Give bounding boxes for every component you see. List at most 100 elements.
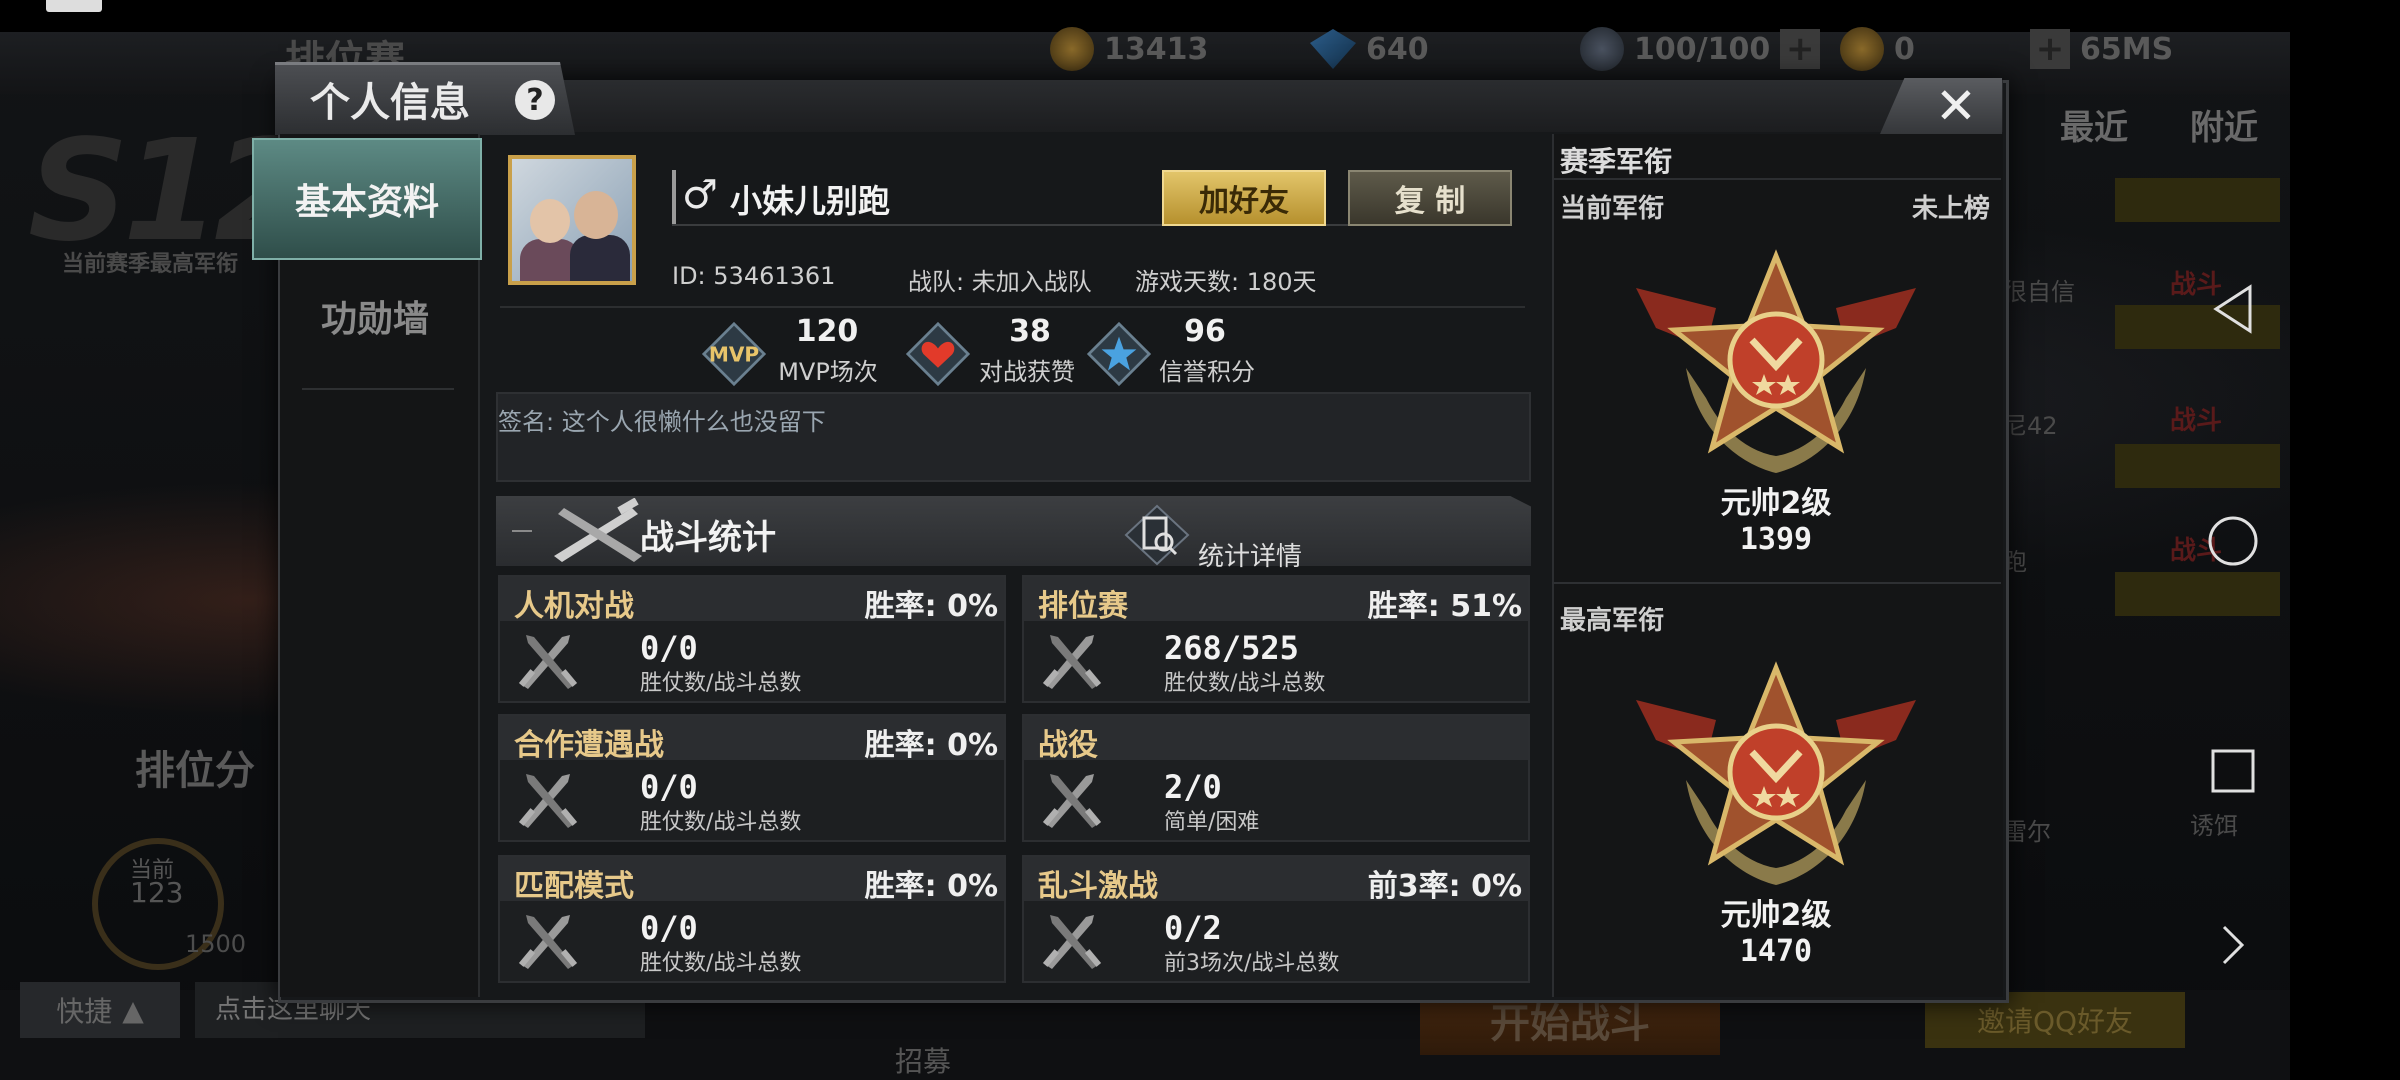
mode-stat-card[interactable]: 战役 2/0 简单/困难 — [1022, 714, 1530, 842]
crossed-swords-icon — [516, 627, 580, 691]
svg-text:MVP: MVP — [709, 342, 759, 366]
unranked-status: 未上榜 — [1912, 194, 1991, 224]
quick-chat-button[interactable]: 快捷 ▲ — [20, 982, 180, 1038]
close-icon: ✕ — [1935, 77, 1977, 135]
crossed-swords-icon — [1040, 627, 1104, 691]
mode-name: 乱斗激战 — [1038, 869, 1158, 904]
list-item-name: 雷尔 — [2003, 818, 2051, 846]
male-gender-icon: ♂ — [682, 172, 718, 218]
mode-value: 268/525 — [1164, 629, 1299, 667]
tab-divider — [302, 388, 454, 390]
plus-icon[interactable]: + — [2030, 29, 2070, 69]
mvp-icon: MVP — [702, 321, 766, 387]
list-item-status: 战斗 — [2170, 406, 2223, 436]
current-value: 123 — [130, 876, 184, 909]
game-days: 游戏天数: 180天 — [1135, 268, 1317, 296]
crossed-swords-icon — [1040, 766, 1104, 830]
dialog-title: 个人信息 — [310, 80, 470, 126]
help-icon[interactable]: ? — [515, 80, 555, 120]
copy-button[interactable]: 复 制 — [1348, 170, 1512, 226]
mode-stat-card[interactable]: 排位赛 胜率: 51% 268/525 胜仗数/战斗总数 — [1022, 575, 1530, 703]
mode-stat-card[interactable]: 人机对战 胜率: 0% 0/0 胜仗数/战斗总数 — [498, 575, 1006, 703]
mode-value: 0/0 — [640, 768, 698, 806]
season-sub: 当前赛季最高军衔 — [62, 252, 239, 277]
mode-name: 匹配模式 — [514, 869, 634, 904]
tab-nearby[interactable]: 附近 — [2190, 100, 2258, 149]
diamond-resource: 640 — [1310, 29, 1429, 69]
battle-stats-title: 战斗统计 — [640, 518, 776, 558]
likes-count: 38 — [1009, 314, 1051, 349]
mode-stat-card[interactable]: 匹配模式 胜率: 0% 0/0 胜仗数/战斗总数 — [498, 855, 1006, 983]
mode-value-label: 简单/困难 — [1164, 810, 1260, 835]
list-item[interactable] — [2115, 572, 2280, 616]
mode-value: 0/0 — [640, 909, 698, 947]
coin-icon — [1050, 27, 1094, 71]
mvp-label: MVP场次 — [778, 358, 878, 386]
mode-stat-card[interactable]: 乱斗激战 前3率: 0% 0/2 前3场次/战斗总数 — [1022, 855, 1530, 983]
mode-name: 合作遭遇战 — [514, 728, 664, 763]
heart-icon — [906, 321, 970, 387]
player-name: 小妹儿别跑 — [730, 182, 891, 220]
current-rank-label: 当前军衔 — [1560, 194, 1665, 224]
likes-label: 对战获赞 — [979, 358, 1075, 386]
mode-name: 排位赛 — [1038, 589, 1128, 624]
stamina-resource: 100/100 + — [1580, 27, 1821, 71]
mode-card-header — [1024, 716, 1528, 760]
stats-detail-link[interactable]: 统计详情 — [1198, 536, 1302, 573]
ticket-resource: 0 — [1840, 27, 1915, 71]
marshal-medal-icon — [1626, 660, 1926, 900]
add-friend-button[interactable]: 加好友 — [1162, 170, 1326, 226]
crossed-swords-icon — [516, 907, 580, 971]
mode-rate: 胜率: 51% — [1367, 589, 1522, 624]
best-rank-label: 最高军衔 — [1560, 606, 1665, 636]
mode-name: 战役 — [1038, 728, 1098, 763]
player-id: ID: 53461361 — [672, 262, 836, 290]
credit-label: 信誉积分 — [1159, 358, 1255, 386]
rank-points-label: 排位分 — [135, 748, 255, 794]
mode-rate: 胜率: 0% — [864, 869, 998, 904]
mvp-count: 120 — [795, 314, 859, 349]
list-item-name: 诱饵 — [2190, 812, 2238, 840]
tab-basic-info[interactable]: 基本资料 — [252, 138, 482, 260]
season-rank-title: 赛季军衔 — [1560, 145, 1673, 178]
list-item-name: 尼42 — [2003, 412, 2058, 440]
tab-merit-wall[interactable]: 功勋墙 — [300, 290, 450, 342]
best-rank-score: 1470 — [1739, 934, 1813, 969]
divider — [1552, 178, 2001, 180]
mode-value-label: 胜仗数/战斗总数 — [640, 810, 802, 835]
list-item[interactable] — [2115, 178, 2280, 222]
chevron-up-icon: ▲ — [122, 993, 144, 1027]
mode-value-label: 胜仗数/战斗总数 — [640, 951, 802, 976]
max-value: 1500 — [185, 930, 247, 958]
mode-value: 0/0 — [640, 629, 698, 667]
mode-stat-card[interactable]: 合作遭遇战 胜率: 0% 0/0 胜仗数/战斗总数 — [498, 714, 1006, 842]
list-item[interactable] — [2115, 444, 2280, 488]
plus-icon[interactable]: + — [1780, 29, 1821, 69]
mode-rate: 胜率: 0% — [864, 728, 998, 763]
name-divider — [672, 170, 676, 226]
ticket-icon — [1840, 27, 1884, 71]
mode-value: 2/0 — [1164, 768, 1222, 806]
gold-resource: 13413 — [1050, 27, 1208, 71]
network-indicator: +65MS — [2030, 29, 2173, 69]
tab-recent[interactable]: 最近 — [2060, 100, 2128, 149]
back-icon[interactable] — [2200, 276, 2266, 342]
crossed-swords-icon — [516, 766, 580, 830]
recruit-label[interactable]: 招募 — [895, 1040, 951, 1080]
divider — [500, 306, 1525, 308]
diamond-icon — [1310, 29, 1356, 69]
mode-name: 人机对战 — [514, 589, 634, 624]
header-dash — [512, 530, 532, 532]
mode-value-label: 胜仗数/战斗总数 — [640, 671, 802, 696]
crossed-swords-icon — [1040, 907, 1104, 971]
avatar[interactable] — [508, 155, 636, 285]
chevron-right-icon[interactable] — [2200, 912, 2266, 978]
stats-detail-icon[interactable] — [1124, 504, 1190, 566]
mode-value-label: 胜仗数/战斗总数 — [1164, 671, 1326, 696]
divider — [1552, 582, 2001, 584]
best-rank-name: 元帅2级 — [1720, 898, 1832, 933]
recents-icon[interactable] — [2200, 738, 2266, 804]
mode-value-label: 前3场次/战斗总数 — [1164, 951, 1340, 976]
mode-rate: 胜率: 0% — [864, 589, 998, 624]
home-icon[interactable] — [2200, 508, 2266, 574]
